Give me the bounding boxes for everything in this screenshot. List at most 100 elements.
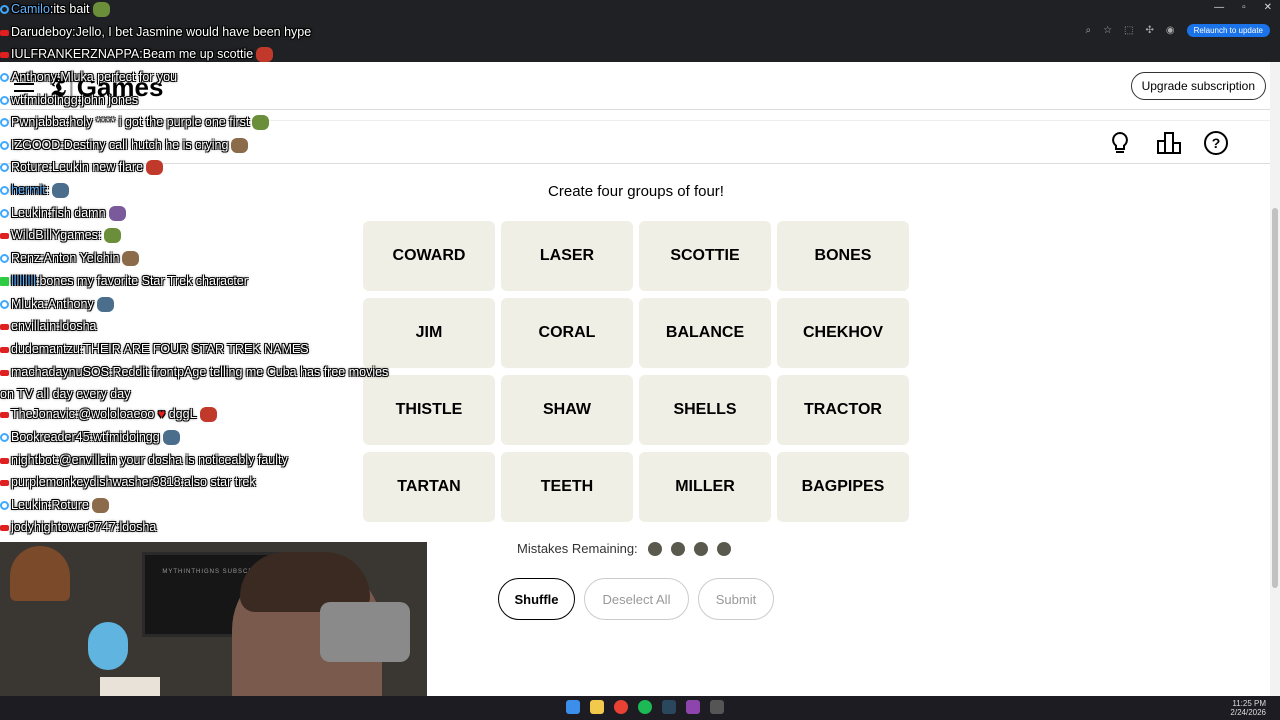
chat-username[interactable]: dudemantzu [11, 342, 80, 356]
figurine [88, 622, 128, 670]
chat-badge-icon [0, 5, 9, 15]
word-tile[interactable]: CHEKHOV [777, 298, 909, 368]
maximize-icon[interactable]: ▫ [1242, 2, 1246, 13]
chat-username[interactable]: Pwnjabba [11, 115, 66, 129]
chat-text: Mluka perfect for you [60, 70, 178, 84]
chat-username[interactable]: Bookreader45 [11, 430, 90, 444]
word-tile[interactable]: BAGPIPES [777, 452, 909, 522]
chat-username[interactable]: lllllllll [11, 274, 36, 288]
chat-username[interactable]: IULFRANKERZNAPPA [11, 47, 139, 61]
chat-username[interactable]: IZGOOD [11, 138, 60, 152]
chat-text: john jones [81, 93, 139, 107]
puzzle-icon[interactable]: ✣ [1145, 25, 1153, 36]
chat-badge-icon [0, 323, 9, 330]
chat-text: Jello, I bet Jasmine would have been hyp… [75, 25, 312, 39]
chat-message: dudemantzu:THEIR ARE FOUR STAR TREK NAME… [0, 342, 309, 356]
word-tile[interactable]: TRACTOR [777, 375, 909, 445]
word-tile[interactable]: TARTAN [363, 452, 495, 522]
upgrade-subscription-button[interactable]: Upgrade subscription [1130, 72, 1266, 100]
chat-username[interactable]: nightbot [11, 453, 55, 467]
word-grid: COWARD LASER SCOTTIE BONES JIM CORAL BALANCE CH… [363, 221, 909, 522]
word-tile[interactable]: COWARD [363, 221, 495, 291]
game-prompt: Create four groups of four! [548, 183, 724, 200]
obs-icon[interactable] [710, 700, 724, 714]
chat-badge-icon [0, 433, 9, 443]
chat-text: Destiny call hutch he is crying [63, 138, 229, 152]
chat-username[interactable]: Renz [11, 251, 40, 265]
chat-username[interactable]: hermit [11, 183, 46, 197]
file-explorer-icon[interactable] [590, 700, 604, 714]
clock-date: 2/24/2026 [1230, 708, 1266, 717]
word-tile[interactable]: SCOTTIE [639, 221, 771, 291]
chat-username[interactable]: Leukin [11, 498, 48, 512]
chat-username[interactable]: jodyhightower9747 [11, 520, 116, 534]
chat-message: wtfmidoingg:john jones [0, 93, 138, 107]
chat-emote-icon [256, 47, 274, 63]
word-tile[interactable]: TEETH [501, 452, 633, 522]
stats-icon[interactable] [1155, 129, 1183, 157]
chat-badge-icon [0, 73, 9, 83]
taskbar-clock[interactable]: 11:25 PM 2/24/2026 [1230, 699, 1266, 717]
chat-username[interactable]: WildBillYgames [11, 228, 98, 242]
chat-username[interactable]: Camilo [11, 2, 50, 16]
chat-username[interactable]: envillain [11, 319, 56, 333]
word-tile[interactable]: BALANCE [639, 298, 771, 368]
chat-text: ldosha [119, 520, 157, 534]
chat-message: envillain:ldosha [0, 319, 97, 333]
chat-emote-icon [104, 228, 122, 244]
extension-icon[interactable]: ⬚ [1124, 25, 1133, 36]
chat-message: machadaynuSOS:Reddit frontpAge telling m… [0, 361, 395, 405]
chat-emote-icon [108, 206, 126, 222]
word-tile[interactable]: BONES [777, 221, 909, 291]
zoom-icon[interactable]: ⌕ [1085, 25, 1091, 36]
windows-start-icon[interactable] [566, 700, 580, 714]
chat-username[interactable]: TheJonavic [11, 407, 75, 421]
minimize-icon[interactable]: — [1214, 2, 1224, 13]
chat-badge-icon [0, 163, 9, 173]
spotify-icon[interactable] [638, 700, 652, 714]
chat-username[interactable]: Roture [11, 160, 49, 174]
relaunch-button[interactable]: Relaunch to update [1186, 24, 1270, 37]
help-icon[interactable]: ? [1202, 129, 1230, 157]
chat-username[interactable]: machadaynuSOS [11, 365, 109, 379]
deselect-all-button[interactable]: Deselect All [584, 578, 689, 620]
chat-username[interactable]: purplemonkeydishwasher9818 [11, 475, 181, 489]
chat-message: nightbot:@envillain your dosha is notice… [0, 453, 288, 467]
close-icon[interactable]: ✕ [1264, 2, 1272, 13]
chat-text: Roture [51, 498, 89, 512]
steam-icon[interactable] [662, 700, 676, 714]
chat-username[interactable]: Darudeboy [11, 25, 72, 39]
chat-emote-icon [52, 183, 70, 199]
chat-message: hermit: [0, 183, 70, 199]
chat-badge-icon [0, 300, 9, 310]
mistakes-remaining: Mistakes Remaining: [517, 541, 731, 556]
chat-username[interactable]: wtfmidoingg [11, 93, 78, 107]
chat-message: IULFRANKERZNAPPA:Beam me up scottie [0, 47, 274, 63]
chat-username[interactable]: Anthony [11, 70, 57, 84]
chat-username[interactable]: Leukin [11, 206, 48, 220]
word-tile[interactable]: LASER [501, 221, 633, 291]
submit-button[interactable]: Submit [698, 578, 774, 620]
word-tile[interactable]: SHAW [501, 375, 633, 445]
chat-username[interactable]: Mluka [11, 297, 44, 311]
shuffle-button[interactable]: Shuffle [498, 578, 575, 620]
chat-badge-icon [0, 501, 9, 511]
word-tile[interactable]: JIM [363, 298, 495, 368]
page-scrollbar[interactable] [1270, 62, 1280, 696]
chat-text: Anthony [47, 297, 94, 311]
scroll-thumb[interactable] [1272, 208, 1278, 588]
word-tile[interactable]: SHELLS [639, 375, 771, 445]
chat-badge-icon [0, 232, 9, 239]
star-icon[interactable]: ☆ [1103, 25, 1112, 36]
profile-icon[interactable]: ◉ [1166, 25, 1175, 36]
chat-emote-icon [92, 2, 110, 18]
chat-message: Pwnjabba:holy **** i got the purple one … [0, 115, 270, 131]
chrome-icon[interactable] [614, 700, 628, 714]
hint-bulb-icon[interactable] [1106, 129, 1134, 157]
lamp [10, 546, 70, 601]
word-tile[interactable]: CORAL [501, 298, 633, 368]
chat-message: Camilo:its bait [0, 2, 110, 18]
word-tile[interactable]: MILLER [639, 452, 771, 522]
chat-text: bones my favorite Star Trek character [39, 274, 248, 288]
app-icon[interactable] [686, 700, 700, 714]
